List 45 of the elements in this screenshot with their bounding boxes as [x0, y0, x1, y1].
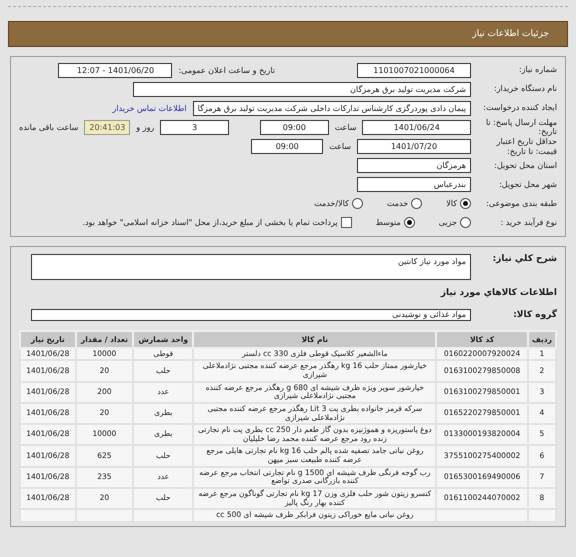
creator-field: پیمان دادی پوردرگزی کارشناس تدارکات داخلی شرکت مدیریت تولید برق هرمزگا: [192, 100, 471, 116]
field-label: تاریخ و ساعت اعلان عمومی:: [178, 66, 275, 74]
field-label: ساعت: [334, 122, 356, 132]
option-label: متوسط: [376, 218, 401, 228]
field-label: شرح کلي نياز:: [492, 254, 557, 264]
option-label: جزیی: [438, 218, 457, 228]
field-label: ساعت: [329, 142, 351, 152]
field-label: حداقل تاریخ اعتبار قیمت: تا تاریخ:: [495, 137, 557, 156]
field-label: نام دستگاه خریدار:: [493, 84, 557, 94]
province-field: هرمزگان: [357, 158, 471, 174]
remaining-time-field: 20:41:03: [84, 120, 130, 135]
contact-link[interactable]: اطلاعات تماس خریدار: [112, 104, 187, 112]
field-label: استان محل تحویل:: [493, 161, 557, 170]
deadline-date-field: 1401/06/24: [362, 120, 471, 135]
goods-group-field: مواد غذائی و نوشیدنی: [31, 308, 471, 321]
announce-date-field: 1401/06/20 - 12:07: [58, 62, 172, 78]
days-field: 3: [160, 120, 230, 135]
need-number-field: 1101007021000064: [357, 62, 471, 78]
field-label: شهر محل تحویل:: [498, 180, 557, 190]
header-title: جزئیات اطلاعات نیاز: [472, 29, 549, 39]
radio-button[interactable]: [460, 217, 471, 228]
field-label: ایجاد کننده درخواست:: [482, 103, 557, 113]
field-label: گروه كالا:: [512, 310, 557, 320]
buyer-field: شرکت مدیریت تولید برق هرمزگان: [133, 82, 471, 96]
field-label: نوع فرآیند خرید :: [499, 218, 557, 228]
radio-button[interactable]: [352, 198, 363, 210]
option-label: خدمت: [386, 199, 408, 208]
option-label: کالا: [446, 199, 457, 208]
field-label: مهلت ارسال پاسخ: تا تاریخ:: [484, 118, 557, 136]
radio-button[interactable]: [411, 198, 422, 210]
field-label: ساعت باقی مانده: [19, 122, 78, 132]
deadline-time-field: 09:00: [260, 120, 329, 135]
checkbox[interactable]: [340, 217, 352, 228]
city-field: بندرعباس: [357, 177, 471, 192]
validity-date-field: 1401/07/20: [357, 139, 471, 154]
option-label: کالا/خدمت: [314, 199, 349, 208]
field-label: طبقه بندی موضوعی:: [485, 199, 557, 208]
section-title: اطلاعات كالاهاي مورد نياز: [440, 288, 557, 298]
field-label: روز و: [136, 122, 154, 132]
validity-time-field: 09:00: [251, 139, 324, 154]
radio-button[interactable]: [460, 198, 471, 210]
radio-button[interactable]: [404, 217, 415, 228]
description-field: مواد مورد نياز كانتين: [31, 254, 471, 280]
field-label: شماره نیاز:: [518, 65, 557, 75]
payment-note: پرداخت تمام یا بخشی از مبلغ خرید،از محل "اسناد خزانه اسلامی" خواهد بود.: [82, 218, 338, 228]
